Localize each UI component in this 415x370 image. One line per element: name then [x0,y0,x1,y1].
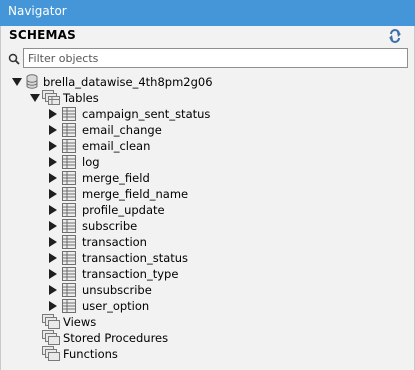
table-name: transaction_status [82,251,189,265]
chevron-right-icon[interactable] [49,189,57,199]
table-icon [62,171,76,185]
folder-tables-icon [42,90,60,105]
table-icon [62,187,76,201]
functions-folder-row[interactable]: Functions [1,346,415,362]
table-row[interactable]: campaign_sent_status [1,106,415,122]
table-icon [62,267,76,281]
table-name: transaction_type [82,267,179,281]
table-row[interactable]: email_change [1,122,415,138]
folder-views-icon [42,314,60,329]
table-icon [62,107,76,121]
filter-objects-input[interactable] [23,48,408,68]
refresh-icon[interactable] [388,29,402,43]
table-row[interactable]: transaction_type [1,266,415,282]
table-row[interactable]: merge_field [1,170,415,186]
table-icon [62,155,76,169]
table-icon [62,123,76,137]
schemas-header: SCHEMAS [9,28,76,42]
chevron-right-icon[interactable] [49,301,57,311]
table-row[interactable]: transaction_status [1,250,415,266]
table-row[interactable]: unsubscribe [1,282,415,298]
procedures-folder-row[interactable]: Stored Procedures [1,330,415,346]
navigator-title: Navigator [8,4,67,18]
table-icon [62,299,76,313]
filter-row [1,48,415,70]
tables-label: Tables [63,91,99,105]
chevron-right-icon[interactable] [49,269,57,279]
table-icon [62,219,76,233]
navigator-titlebar: Navigator [0,0,415,26]
views-folder-row[interactable]: Views [1,314,415,330]
table-name: transaction [82,235,147,249]
database-icon [26,74,38,89]
table-row[interactable]: log [1,154,415,170]
table-icon [62,139,76,153]
table-icon [62,251,76,265]
navigator-panel: SCHEMAS b [0,26,415,370]
chevron-right-icon[interactable] [49,237,57,247]
chevron-right-icon[interactable] [49,109,57,119]
table-icon [62,203,76,217]
search-icon [8,53,20,65]
chevron-right-icon[interactable] [49,285,57,295]
table-row[interactable]: profile_update [1,202,415,218]
chevron-right-icon[interactable] [49,141,57,151]
chevron-down-icon[interactable] [12,78,22,86]
tables-folder-row[interactable]: Tables [1,90,415,106]
chevron-right-icon[interactable] [49,125,57,135]
table-name: log [82,155,100,169]
table-row[interactable]: subscribe [1,218,415,234]
table-name: merge_field_name [82,187,189,201]
functions-label: Functions [63,347,118,361]
table-name: email_clean [82,139,151,153]
chevron-right-icon[interactable] [49,157,57,167]
table-name: email_change [82,123,162,137]
table-row[interactable]: email_clean [1,138,415,154]
table-icon [62,235,76,249]
table-row[interactable]: user_option [1,298,415,314]
chevron-right-icon[interactable] [49,205,57,215]
table-icon [62,283,76,297]
chevron-right-icon[interactable] [49,173,57,183]
table-row[interactable]: transaction [1,234,415,250]
table-row[interactable]: merge_field_name [1,186,415,202]
table-name: user_option [82,299,150,313]
chevron-right-icon[interactable] [49,253,57,263]
table-name: unsubscribe [82,283,152,297]
chevron-down-icon[interactable] [30,94,40,102]
table-name: merge_field [82,171,150,185]
schema-name: brella_datawise_4th8pm2g06 [43,75,213,89]
views-label: Views [63,315,97,329]
table-name: campaign_sent_status [82,107,211,121]
procedures-label: Stored Procedures [63,331,169,345]
folder-procedures-icon [42,330,60,345]
schema-row[interactable]: brella_datawise_4th8pm2g06 [1,74,415,90]
table-name: subscribe [82,219,138,233]
folder-functions-icon [42,346,60,361]
chevron-right-icon[interactable] [49,221,57,231]
table-name: profile_update [82,203,165,217]
